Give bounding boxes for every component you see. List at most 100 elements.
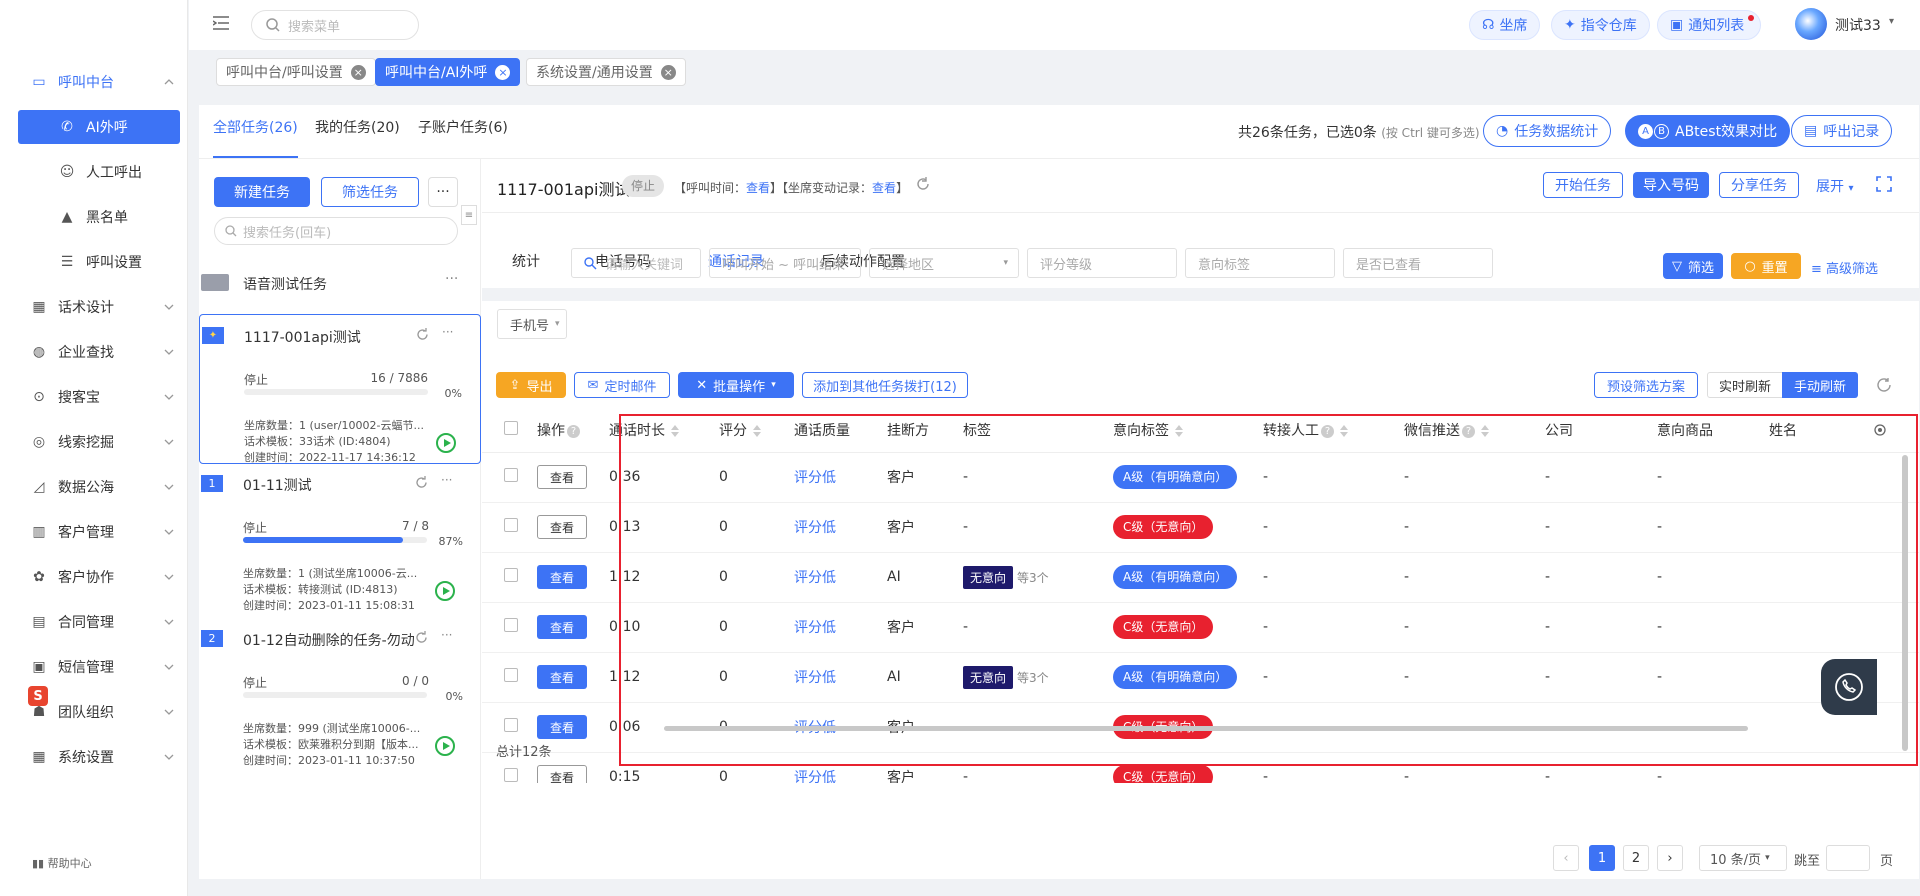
quality-link[interactable]: 评分低	[794, 620, 836, 636]
row-checkbox[interactable]	[504, 568, 518, 582]
more-button[interactable]: ···	[428, 177, 458, 207]
sidebar-item-3[interactable]: ▲ 黑名单	[18, 200, 180, 234]
seat-button[interactable]: ☊ 坐席	[1469, 10, 1541, 40]
batch-operations-button[interactable]: ✕ 批量操作 ▾	[678, 372, 794, 398]
view-button[interactable]: 查看	[537, 715, 587, 739]
sidebar-item-5[interactable]: ▦ 话术设计	[18, 290, 180, 324]
more-icon[interactable]: ···	[441, 628, 452, 642]
abtest-button[interactable]: A B ABtest效果对比	[1625, 115, 1791, 147]
column-settings-icon[interactable]	[1873, 409, 1919, 453]
sidebar-item-2[interactable]: ☺ 人工呼出	[18, 155, 180, 189]
vertical-scrollbar[interactable]	[1902, 455, 1908, 751]
sort-icon[interactable]	[753, 425, 761, 438]
sidebar-item-12[interactable]: ▤ 合同管理	[18, 605, 180, 639]
seat-change-link[interactable]: 查看	[872, 181, 896, 195]
sidebar-item-9[interactable]: ◿ 数据公海	[18, 470, 180, 504]
refresh-icon[interactable]	[416, 328, 429, 341]
task-search-input[interactable]: 搜索任务(回车)	[214, 217, 458, 245]
tag-call-settings[interactable]: 呼叫中台/呼叫设置 ×	[216, 58, 376, 86]
sidebar-item-1[interactable]: ✆ AI外呼	[18, 110, 180, 144]
realtime-refresh-button[interactable]: 实时刷新	[1707, 372, 1783, 398]
menu-search-input[interactable]: 搜索菜单	[251, 10, 419, 40]
tag-general-settings[interactable]: 系统设置/通用设置 ×	[526, 58, 686, 86]
filter-button[interactable]: ▽ 筛选	[1663, 253, 1723, 279]
quality-link[interactable]: 评分低	[794, 670, 836, 686]
chevron-down-icon[interactable]: ▾	[1889, 16, 1894, 27]
sort-icon[interactable]	[1175, 425, 1183, 438]
play-icon[interactable]	[436, 433, 456, 453]
table-row[interactable]: 查看 0:10 0 评分低 客户 - C级（无意向） - - - -	[482, 602, 1919, 653]
sort-icon[interactable]	[1340, 425, 1348, 438]
intent-select[interactable]: 意向标签	[1185, 248, 1335, 278]
jump-input[interactable]	[1826, 845, 1870, 871]
refresh-icon[interactable]	[1876, 377, 1892, 393]
group-header[interactable]: 语音测试任务 ···	[199, 271, 481, 295]
page-1-button[interactable]: 1	[1589, 845, 1615, 871]
table-row[interactable]: 查看 1:12 0 评分低 AI 无意向 等3个 A级（有明确意向） - - - -	[482, 652, 1919, 703]
new-task-button[interactable]: 新建任务	[214, 177, 310, 207]
next-page-button[interactable]: ›	[1657, 845, 1683, 871]
close-icon[interactable]: ×	[660, 64, 676, 80]
column-header[interactable]: 评分	[719, 409, 794, 453]
play-icon[interactable]	[435, 581, 455, 601]
row-checkbox[interactable]	[504, 618, 518, 632]
fullscreen-icon[interactable]	[1876, 176, 1892, 192]
collapse-panel-icon[interactable]: ≡	[461, 205, 477, 225]
view-button[interactable]: 查看	[537, 765, 587, 783]
phone-type-select[interactable]: 手机号 ▾	[497, 309, 567, 339]
refresh-icon[interactable]	[916, 177, 930, 191]
close-icon[interactable]: ×	[350, 64, 366, 80]
refresh-icon[interactable]	[415, 476, 428, 489]
help-center-link[interactable]: ▮▮ 帮助中心	[32, 855, 92, 871]
manual-refresh-button[interactable]: 手动刷新	[1782, 372, 1858, 398]
viewed-select[interactable]: 是否已查看	[1343, 248, 1493, 278]
sidebar-item-7[interactable]: ⊙ 搜客宝	[18, 380, 180, 414]
region-select[interactable]: 选择地区 ▾	[869, 248, 1019, 278]
table-row[interactable]: 查看 0:13 0 评分低 客户 - C级（无意向） - - - -	[482, 502, 1919, 553]
row-checkbox[interactable]	[504, 468, 518, 482]
call-time-range-input[interactable]: 呼叫开始 ~ 呼叫结束	[709, 248, 861, 278]
import-numbers-button[interactable]: 导入号码	[1633, 172, 1709, 198]
page-size-select[interactable]: 10 条/页 ▾	[1699, 845, 1787, 871]
task-card[interactable]: 2 01-12自动删除的任务-勿动 ··· 停止 0 / 0 0% 坐席数量：999 (测试…	[199, 624, 481, 774]
view-button[interactable]: 查看	[537, 665, 587, 689]
task-card[interactable]: 1 01-11测试 ··· 停止 7 / 8 87% 坐席数量：1 (测试坐席10006-云…	[199, 469, 481, 619]
more-icon[interactable]: ···	[441, 473, 452, 487]
user-avatar[interactable]	[1795, 8, 1827, 40]
tab-1[interactable]: 我的任务(20)	[315, 117, 400, 158]
row-checkbox[interactable]	[504, 668, 518, 682]
prev-page-button[interactable]: ‹	[1553, 845, 1579, 871]
view-button[interactable]: 查看	[537, 515, 587, 539]
detail-tab-0[interactable]: 统计	[512, 251, 540, 293]
tab-0[interactable]: 全部任务(26)	[213, 117, 298, 158]
table-row[interactable]: 查看 0:36 0 评分低 客户 - A级（有明确意向） - - - -	[482, 452, 1919, 503]
refresh-icon[interactable]	[415, 631, 428, 644]
sidebar-item-0[interactable]: ▭ 呼叫中台	[18, 65, 180, 99]
view-button[interactable]: 查看	[537, 565, 587, 589]
more-icon[interactable]: ···	[442, 325, 453, 339]
floating-phone-button[interactable]	[1821, 659, 1877, 715]
advanced-filter-button[interactable]: ≡ 高级筛选	[1811, 258, 1878, 277]
view-button[interactable]: 查看	[537, 615, 587, 639]
reset-button[interactable]: ○ 重置	[1731, 253, 1801, 279]
table-row[interactable]: 查看 0:15 0 评分低 客户 - C级（无意向） - - - -	[482, 752, 1919, 783]
grade-select[interactable]: 评分等级	[1027, 248, 1177, 278]
row-checkbox[interactable]	[504, 718, 518, 732]
play-icon[interactable]	[435, 736, 455, 756]
page-2-button[interactable]: 2	[1623, 845, 1649, 871]
column-header[interactable]: 意向标签	[1113, 409, 1263, 453]
sort-icon[interactable]	[1481, 425, 1489, 438]
quality-link[interactable]: 评分低	[794, 520, 836, 536]
tag-ai-outbound[interactable]: 呼叫中台/AI外呼 ×	[375, 58, 521, 86]
sidebar-item-4[interactable]: ☰ 呼叫设置	[18, 245, 180, 279]
expand-button[interactable]: 展开 ▾	[1816, 176, 1853, 196]
export-button[interactable]: ⇪ 导出	[496, 372, 566, 398]
quality-link[interactable]: 评分低	[794, 470, 836, 486]
more-icon[interactable]: ···	[445, 271, 458, 287]
filter-task-button[interactable]: 筛选任务	[321, 177, 419, 207]
row-checkbox[interactable]	[504, 768, 518, 782]
scheduled-mail-button[interactable]: ✉ 定时邮件	[574, 372, 670, 398]
preset-filter-button[interactable]: 预设筛选方案	[1594, 372, 1698, 398]
call-time-link[interactable]: 查看	[746, 181, 770, 195]
close-icon[interactable]: ×	[495, 64, 511, 80]
